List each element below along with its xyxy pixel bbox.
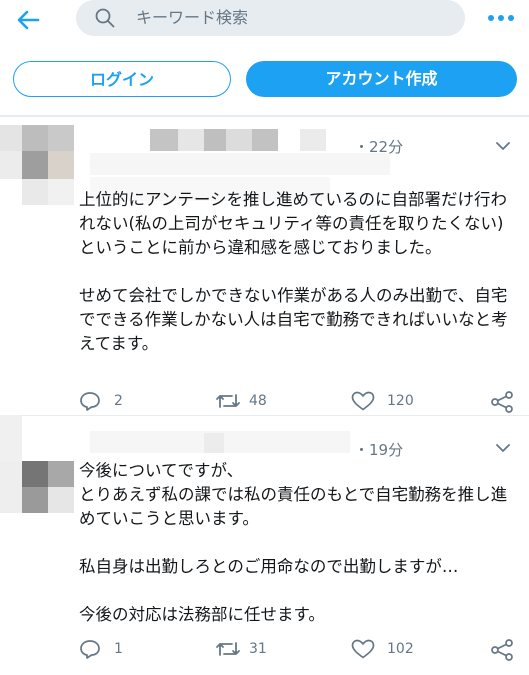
tweet-actions: 1 31 102 bbox=[79, 637, 519, 661]
share-icon bbox=[491, 639, 513, 661]
share-button[interactable] bbox=[490, 389, 516, 413]
share-icon bbox=[491, 391, 513, 413]
tweet-actions: 2 48 120 bbox=[79, 389, 519, 413]
top-bar: キーワード検索 bbox=[0, 0, 529, 40]
search-placeholder: キーワード検索 bbox=[136, 8, 249, 27]
like-button[interactable]: 102 bbox=[351, 637, 431, 661]
search-icon bbox=[95, 8, 115, 28]
back-arrow-icon[interactable] bbox=[14, 6, 42, 34]
more-icon[interactable] bbox=[487, 12, 515, 24]
auth-buttons: ログイン アカウント作成 bbox=[0, 61, 529, 101]
retweet-button[interactable]: 48 bbox=[215, 389, 285, 413]
reply-count: 1 bbox=[114, 641, 123, 657]
signup-button[interactable]: アカウント作成 bbox=[246, 61, 517, 97]
like-count: 102 bbox=[387, 641, 414, 657]
like-icon bbox=[351, 391, 375, 411]
tweet-text: 今後についてですが、 とりあえず私の課では私の責任のもとで自宅勤務を推し進めてい… bbox=[79, 461, 508, 624]
like-count: 120 bbox=[387, 393, 414, 409]
tweet-time[interactable]: ・19分 bbox=[354, 439, 403, 460]
retweet-count: 48 bbox=[249, 393, 267, 409]
reply-button[interactable]: 2 bbox=[79, 389, 139, 413]
retweet-button[interactable]: 31 bbox=[215, 637, 285, 661]
login-button[interactable]: ログイン bbox=[13, 61, 231, 97]
caret-down-icon[interactable] bbox=[496, 443, 510, 453]
share-button[interactable] bbox=[490, 637, 516, 661]
reply-button[interactable]: 1 bbox=[79, 637, 139, 661]
like-button[interactable]: 120 bbox=[351, 389, 431, 413]
like-icon bbox=[351, 639, 375, 659]
reply-icon bbox=[80, 392, 100, 411]
reply-icon bbox=[80, 640, 100, 659]
tweet-text: 上位的にアンテーシを推し進めているのに自部署だけ行われない(私の上司がセキュリテ… bbox=[79, 190, 508, 353]
reply-count: 2 bbox=[114, 393, 123, 409]
retweet-count: 31 bbox=[249, 641, 267, 657]
retweet-icon bbox=[216, 394, 240, 408]
tweet[interactable]: ・22分 上位的にアンテーシを推し進めているのに自部署だけ行われない(私の上司が… bbox=[0, 117, 529, 415]
tweet[interactable]: ・19分 今後についてですが、 とりあえず私の課では私の責任のもとで自宅勤務を推… bbox=[0, 415, 529, 675]
search-input[interactable]: キーワード検索 bbox=[76, 0, 465, 36]
tweet-time[interactable]: ・22分 bbox=[354, 136, 403, 157]
retweet-icon bbox=[216, 642, 240, 656]
caret-down-icon[interactable] bbox=[496, 141, 510, 151]
